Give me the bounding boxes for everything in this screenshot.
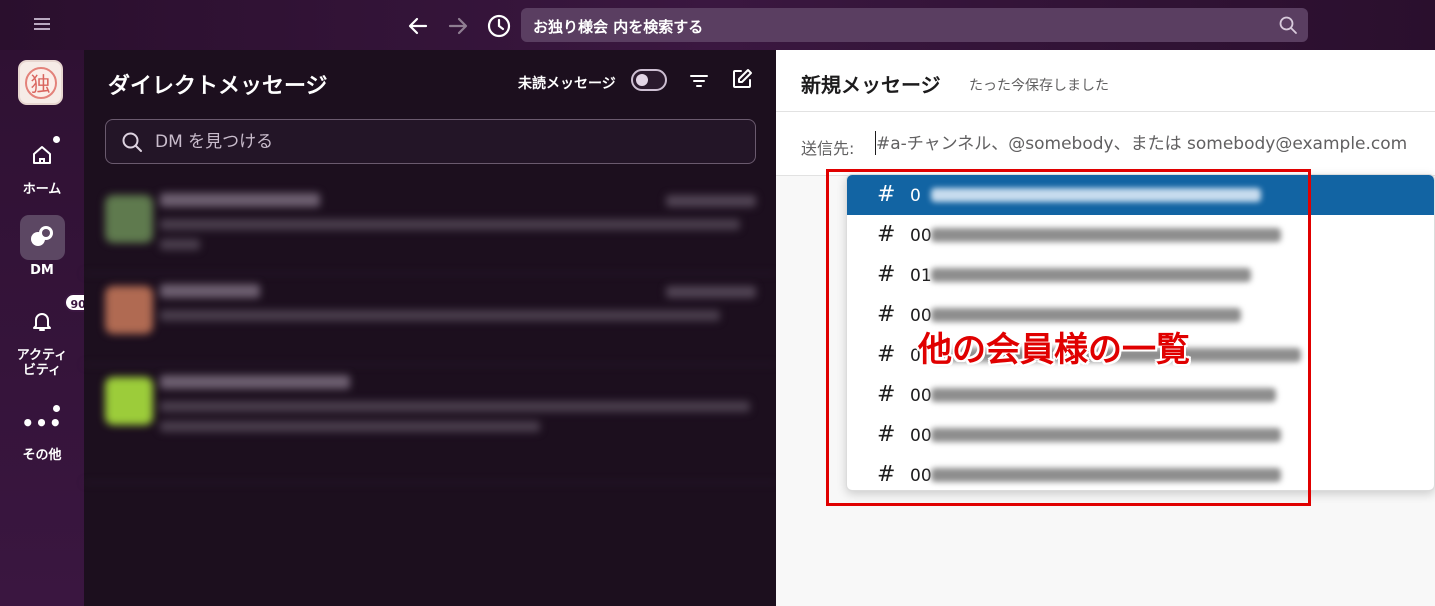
rail-label-more: その他 <box>22 448 62 463</box>
dm-preview-line <box>160 421 540 432</box>
more-icon: ••• <box>21 410 63 435</box>
rail-label-home: ホーム <box>22 182 62 197</box>
dm-list-item[interactable] <box>84 183 776 274</box>
history-icon[interactable] <box>486 13 512 39</box>
dm-preview-line <box>160 219 740 230</box>
dm-preview-line <box>160 401 750 412</box>
search-icon <box>1278 15 1298 35</box>
dm-icon <box>28 223 56 253</box>
filter-icon[interactable] <box>688 71 710 91</box>
workspace-logo[interactable]: 独 <box>18 60 63 105</box>
more-unread-dot <box>52 405 60 412</box>
rail-label-activity: アクティ ビティ <box>0 348 84 378</box>
workspace-rail: 独 ホーム DM 90 アクティ ビティ ••• その他 <box>0 50 93 606</box>
dm-list-item[interactable] <box>84 274 776 365</box>
back-arrow-icon[interactable] <box>406 14 430 38</box>
forward-arrow-icon[interactable] <box>446 14 470 38</box>
activity-button[interactable]: 90 <box>20 293 93 345</box>
dm-panel-title: ダイレクトメッセージ <box>108 74 328 99</box>
search-bar-text: お独り様会 内を検索する <box>533 18 704 36</box>
avatar <box>105 377 153 425</box>
recipient-label: 送信先: <box>801 139 855 158</box>
rail-item-more[interactable]: ••• その他 <box>0 400 84 463</box>
workspace-logo-char: 独 <box>30 72 51 96</box>
annotation-label: 他の会員様の一覧 <box>918 330 1190 370</box>
new-message-title: 新規メッセージ <box>801 73 941 97</box>
recipient-input[interactable] <box>876 132 1426 156</box>
saved-status: たった今保存しました <box>969 78 1109 94</box>
unread-messages-toggle[interactable] <box>631 69 667 91</box>
hamburger-icon[interactable] <box>34 15 54 35</box>
avatar <box>105 195 153 243</box>
rail-label-activity-line1: アクティ <box>16 348 68 363</box>
rail-label-activity-line2: ビティ <box>22 363 62 378</box>
dm-timestamp <box>666 195 756 207</box>
dm-preview-line <box>160 310 720 321</box>
search-icon <box>121 131 143 153</box>
more-button[interactable]: ••• <box>20 400 65 445</box>
home-button[interactable] <box>20 134 65 179</box>
home-icon <box>29 142 55 172</box>
rail-label-dm: DM <box>30 263 54 278</box>
dm-sender-name <box>160 284 260 298</box>
compose-icon[interactable] <box>730 67 754 91</box>
new-message-header: 新規メッセージ たった今保存しました <box>776 50 1435 112</box>
rail-item-activity[interactable]: 90 アクティ ビティ <box>0 293 93 378</box>
bell-icon <box>29 308 55 338</box>
toggle-knob <box>636 74 648 86</box>
unread-messages-label: 未読メッセージ <box>518 76 616 92</box>
dm-sender-name <box>160 375 350 389</box>
dm-search-input[interactable] <box>155 130 735 154</box>
dm-sender-name <box>160 193 320 207</box>
recipient-row: 送信先: <box>776 112 1435 176</box>
dm-timestamp <box>666 286 756 298</box>
avatar <box>105 286 153 334</box>
dm-list <box>84 183 776 483</box>
home-unread-dot <box>52 136 60 143</box>
dm-list-item[interactable] <box>84 365 776 483</box>
dm-preview-line <box>160 239 200 250</box>
dm-button[interactable] <box>19 215 65 260</box>
dm-panel: ダイレクトメッセージ 未読メッセージ <box>84 50 776 606</box>
workspace-search-bar[interactable]: お独り様会 内を検索する <box>521 8 1308 42</box>
top-bar: お独り様会 内を検索する <box>0 0 1435 50</box>
rail-item-dm[interactable]: DM <box>0 215 84 278</box>
rail-item-home[interactable]: ホーム <box>0 134 84 197</box>
dm-search-box[interactable] <box>105 119 756 164</box>
